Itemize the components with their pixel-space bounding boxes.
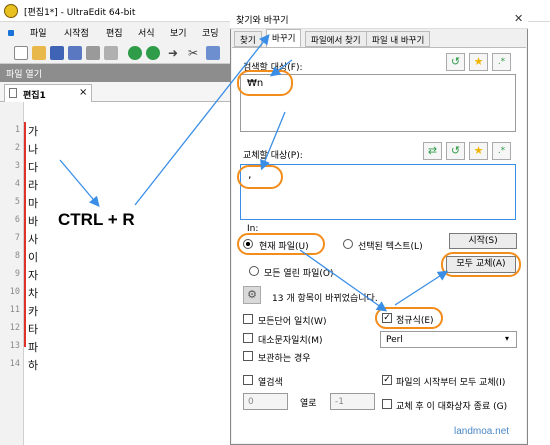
arrow-to-regex bbox=[299, 249, 388, 312]
arrow-to-replace-all bbox=[394, 270, 449, 306]
arrow-to-replace-field bbox=[260, 111, 286, 171]
arrow-to-shortcut bbox=[59, 159, 100, 207]
watermark: landmoa.net bbox=[454, 426, 510, 437]
annotation-arrows bbox=[59, 33, 449, 312]
arrow-to-replace-tab bbox=[134, 33, 270, 206]
arrow-to-find-field bbox=[269, 59, 293, 77]
